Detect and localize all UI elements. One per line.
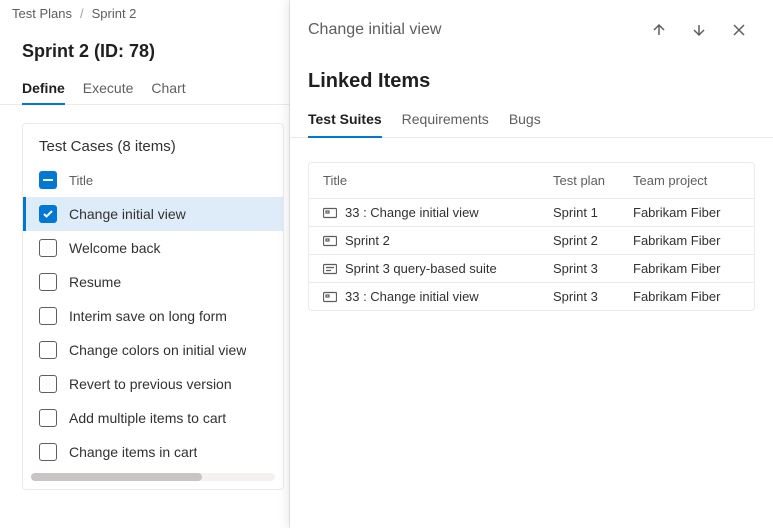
linked-item-row[interactable]: 33 : Change initial view Sprint 3Fabrikam…	[309, 282, 754, 310]
test-case-checkbox[interactable]	[39, 273, 57, 291]
linked-item-row[interactable]: 33 : Change initial view Sprint 1Fabrikam…	[309, 198, 754, 226]
linked-items-table: Title Test plan Team project 33 : Change…	[308, 162, 755, 311]
tab-define[interactable]: Define	[22, 74, 65, 104]
suite-icon	[323, 235, 337, 247]
tab-requirements[interactable]: Requirements	[402, 105, 489, 137]
tab-test-suites[interactable]: Test Suites	[308, 105, 382, 137]
linked-item-project: Fabrikam Fiber	[633, 233, 740, 248]
main-tabs: Define Execute Chart	[0, 66, 289, 105]
details-panel: Change initial view Linked Items Test Su…	[290, 0, 773, 528]
linked-item-project: Fabrikam Fiber	[633, 261, 740, 276]
breadcrumb-current[interactable]: Sprint 2	[92, 6, 137, 21]
test-case-title: Change items in cart	[69, 444, 197, 460]
linked-item-project: Fabrikam Fiber	[633, 205, 740, 220]
linked-item-title: Sprint 3 query-based suite	[345, 261, 497, 276]
suite-icon	[323, 207, 337, 219]
suite-icon	[323, 291, 337, 303]
test-case-checkbox[interactable]	[39, 341, 57, 359]
test-case-checkbox[interactable]	[39, 409, 57, 427]
suite-icon	[323, 263, 337, 275]
column-title-label: Title	[69, 173, 93, 188]
test-case-title: Change initial view	[69, 206, 186, 222]
tab-chart[interactable]: Chart	[151, 74, 185, 104]
page-title: Sprint 2 (ID: 78)	[22, 41, 267, 62]
test-cases-header: Test Cases (8 items)	[23, 124, 283, 165]
test-case-title: Interim save on long form	[69, 308, 227, 324]
linked-item-title: 33 : Change initial view	[345, 205, 479, 220]
tab-bugs[interactable]: Bugs	[509, 105, 541, 137]
linked-item-project: Fabrikam Fiber	[633, 289, 740, 304]
linked-item-row[interactable]: Sprint 2Sprint 2Fabrikam Fiber	[309, 226, 754, 254]
test-case-title: Add multiple items to cart	[69, 410, 226, 426]
linked-item-row[interactable]: Sprint 3 query-based suite Sprint 3Fabrik…	[309, 254, 754, 282]
move-down-button[interactable]	[683, 14, 715, 46]
test-case-row[interactable]: Change initial view	[23, 197, 283, 231]
test-case-row[interactable]: Change colors on initial view	[23, 333, 283, 367]
test-case-row[interactable]: Revert to previous version	[23, 367, 283, 401]
column-header-title[interactable]: Title	[323, 173, 553, 188]
test-case-title: Revert to previous version	[69, 376, 232, 392]
panel-title: Change initial view	[308, 21, 643, 39]
test-case-row[interactable]: Interim save on long form	[23, 299, 283, 333]
test-case-title: Resume	[69, 274, 121, 290]
horizontal-scrollbar[interactable]	[31, 473, 275, 481]
test-case-checkbox[interactable]	[39, 239, 57, 257]
linked-item-plan: Sprint 3	[553, 289, 633, 304]
linked-item-title: 33 : Change initial view	[345, 289, 479, 304]
test-case-checkbox[interactable]	[39, 205, 57, 223]
test-case-checkbox[interactable]	[39, 307, 57, 325]
test-case-row[interactable]: Resume	[23, 265, 283, 299]
test-case-title: Change colors on initial view	[69, 342, 246, 358]
test-cases-card: Test Cases (8 items) Title Change initia…	[22, 123, 284, 490]
test-case-checkbox[interactable]	[39, 375, 57, 393]
linked-item-plan: Sprint 1	[553, 205, 633, 220]
breadcrumb: Test Plans / Sprint 2	[0, 0, 289, 27]
linked-items-heading: Linked Items	[290, 54, 773, 101]
column-header-team-project[interactable]: Team project	[633, 173, 740, 188]
column-header-test-plan[interactable]: Test plan	[553, 173, 633, 188]
linked-items-tabs: Test Suites Requirements Bugs	[290, 101, 773, 138]
test-case-title: Welcome back	[69, 240, 161, 256]
test-case-row[interactable]: Add multiple items to cart	[23, 401, 283, 435]
test-case-checkbox[interactable]	[39, 443, 57, 461]
linked-item-plan: Sprint 2	[553, 233, 633, 248]
breadcrumb-root[interactable]: Test Plans	[12, 6, 72, 21]
breadcrumb-separator: /	[80, 6, 84, 21]
select-all-checkbox[interactable]	[39, 171, 57, 189]
linked-item-title: Sprint 2	[345, 233, 390, 248]
close-button[interactable]	[723, 14, 755, 46]
tab-execute[interactable]: Execute	[83, 74, 134, 104]
test-case-row[interactable]: Welcome back	[23, 231, 283, 265]
test-case-row[interactable]: Change items in cart	[23, 435, 283, 469]
linked-item-plan: Sprint 3	[553, 261, 633, 276]
move-up-button[interactable]	[643, 14, 675, 46]
